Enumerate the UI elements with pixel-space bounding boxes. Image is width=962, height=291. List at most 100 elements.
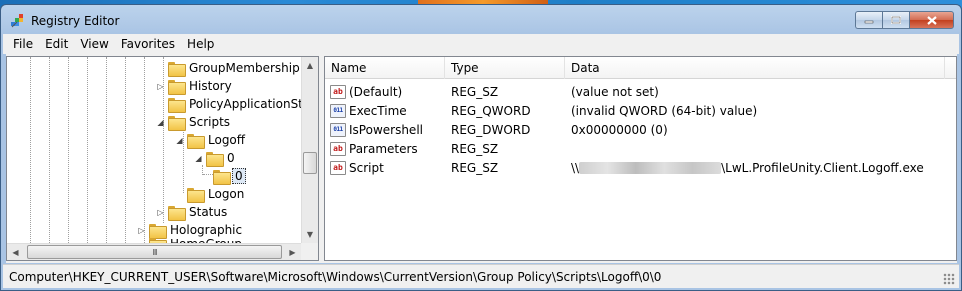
window-title: Registry Editor — [31, 14, 120, 28]
column-header-name[interactable]: Name — [325, 57, 445, 79]
scroll-down-arrow-icon[interactable]: ▼ — [302, 226, 318, 243]
value-data-prefix: \\ — [571, 160, 580, 175]
value-row-script[interactable]: ab Script REG_SZ \\ \LwL.ProfileUnity.Cli… — [325, 158, 945, 177]
value-type: REG_SZ — [451, 160, 499, 175]
tree-item-scripts[interactable]: ◢ Scripts — [156, 113, 232, 131]
expand-arrow-icon[interactable]: ▷ — [137, 226, 146, 235]
value-row-default[interactable]: ab (Default) REG_SZ (value not set) — [325, 82, 945, 101]
binary-value-icon: 011 — [330, 103, 346, 118]
value-data-suffix: \LwL.ProfileUnity.Client.Logoff.exe — [721, 160, 924, 175]
values-list[interactable]: Name Type Data ab (Default) REG_SZ (valu… — [324, 56, 957, 261]
folder-icon — [168, 61, 186, 77]
title-bar[interactable]: Registry Editor — [1, 5, 961, 33]
collapse-arrow-icon[interactable]: ◢ — [194, 154, 203, 163]
tree-item-history[interactable]: ▷ History — [156, 77, 234, 95]
string-value-icon: ab — [330, 84, 346, 99]
binary-value-icon: 011 — [330, 122, 346, 137]
status-bar: Computer\HKEY_CURRENT_USER\Software\Micr… — [3, 264, 959, 288]
registry-tree[interactable]: GroupMembership ▷ History PolicyApplicat… — [6, 56, 319, 261]
value-data: \\ \LwL.ProfileUnity.Client.Logoff.exe — [565, 161, 945, 175]
menu-bar: File Edit View Favorites Help — [3, 34, 959, 54]
value-name: (Default) — [349, 84, 403, 99]
column-header-type[interactable]: Type — [445, 57, 565, 79]
tree-horizontal-scrollbar[interactable]: ◀ III ▶ — [7, 243, 301, 260]
tree-item-policyapplicationstate[interactable]: PolicyApplicationStat — [156, 95, 317, 113]
registry-path: Computer\HKEY_CURRENT_USER\Software\Micr… — [9, 269, 662, 284]
collapse-arrow-icon[interactable]: ◢ — [175, 136, 184, 145]
registry-editor-icon — [11, 14, 23, 28]
menu-edit[interactable]: Edit — [39, 37, 74, 51]
folder-icon — [149, 223, 167, 239]
scroll-up-arrow-icon[interactable]: ▲ — [302, 57, 318, 74]
window-controls — [855, 11, 954, 29]
tree-item-status[interactable]: ▷ Status — [156, 203, 229, 221]
tree-item-logoff[interactable]: ◢ Logoff — [175, 131, 247, 149]
tree-guide-line — [106, 57, 107, 243]
minimize-button[interactable] — [855, 11, 882, 29]
redacted-server-path — [579, 162, 722, 174]
value-name: Script — [349, 160, 384, 175]
tree-guide-line — [203, 174, 213, 175]
value-row-ispowershell[interactable]: 011 IsPowershell REG_DWORD 0x00000000 (0… — [325, 120, 945, 139]
tree-expander — [175, 190, 184, 199]
value-name: ExecTime — [349, 103, 407, 118]
tree-item-label: History — [189, 79, 232, 93]
tree-item-label: 0 — [232, 168, 246, 184]
tree-guide-line — [30, 57, 31, 243]
tree-item-label: Holographic — [170, 223, 243, 237]
folder-open-icon — [187, 133, 205, 149]
horizontal-scroll-thumb[interactable]: III — [27, 245, 282, 259]
close-button[interactable] — [909, 11, 954, 29]
string-value-icon: ab — [330, 160, 346, 175]
expand-arrow-icon[interactable]: ▷ — [156, 208, 165, 217]
column-header-data[interactable]: Data — [565, 57, 945, 79]
folder-icon — [168, 97, 186, 113]
tree-vertical-scrollbar[interactable]: ▲ ▼ — [301, 57, 318, 243]
folder-icon — [187, 187, 205, 203]
folder-icon — [168, 205, 186, 221]
value-data: (invalid QWORD (64-bit) value) — [571, 103, 758, 118]
tree-item-0[interactable]: ◢ 0 — [194, 149, 237, 167]
tree-item-label: Status — [189, 205, 228, 219]
menu-file[interactable]: File — [7, 37, 39, 51]
value-row-parameters[interactable]: ab Parameters REG_SZ — [325, 139, 945, 158]
value-type: REG_DWORD — [451, 122, 531, 137]
resize-grip-icon[interactable] — [943, 273, 955, 285]
folder-open-icon — [206, 151, 224, 167]
restore-icon — [890, 15, 901, 24]
value-type: REG_SZ — [451, 84, 499, 99]
tree-expander — [156, 64, 165, 73]
menu-help[interactable]: Help — [181, 37, 220, 51]
menu-favorites[interactable]: Favorites — [115, 37, 181, 51]
tree-item-label: Scripts — [189, 115, 231, 129]
tree-guide-line — [144, 57, 145, 243]
vertical-scroll-thumb[interactable] — [303, 152, 317, 174]
tree-item-label: Logoff — [208, 133, 246, 147]
client-area: GroupMembership ▷ History PolicyApplicat… — [6, 54, 957, 263]
tree-guide-line — [125, 57, 126, 243]
value-row-exectime[interactable]: 011 ExecTime REG_QWORD (invalid QWORD (6… — [325, 101, 945, 120]
tree-item-logon[interactable]: Logon — [175, 185, 246, 203]
list-header: Name Type Data — [325, 57, 956, 79]
value-name: IsPowershell — [349, 122, 423, 137]
tree-expander — [156, 100, 165, 109]
close-icon — [926, 15, 937, 25]
scroll-right-arrow-icon[interactable]: ▶ — [284, 244, 301, 260]
value-data: (value not set) — [571, 84, 659, 99]
tree-item-label: 0 — [227, 151, 235, 165]
tree-item-0-0-selected[interactable]: 0 — [213, 167, 246, 185]
maximize-button[interactable] — [882, 11, 909, 29]
tree-guide-line — [87, 57, 88, 243]
scroll-left-arrow-icon[interactable]: ◀ — [7, 244, 24, 260]
folder-open-icon — [213, 169, 231, 185]
folder-icon — [168, 79, 186, 95]
menu-view[interactable]: View — [74, 37, 114, 51]
tree-item-groupmembership[interactable]: GroupMembership — [156, 59, 302, 77]
collapse-arrow-icon[interactable]: ◢ — [156, 118, 165, 127]
registry-editor-window: Registry Editor File Edit View Favorites… — [0, 4, 962, 291]
string-value-icon: ab — [330, 141, 346, 156]
expand-arrow-icon[interactable]: ▷ — [156, 82, 165, 91]
value-name: Parameters — [349, 141, 418, 156]
tree-guide-line — [49, 57, 50, 243]
minimize-icon — [864, 20, 874, 24]
